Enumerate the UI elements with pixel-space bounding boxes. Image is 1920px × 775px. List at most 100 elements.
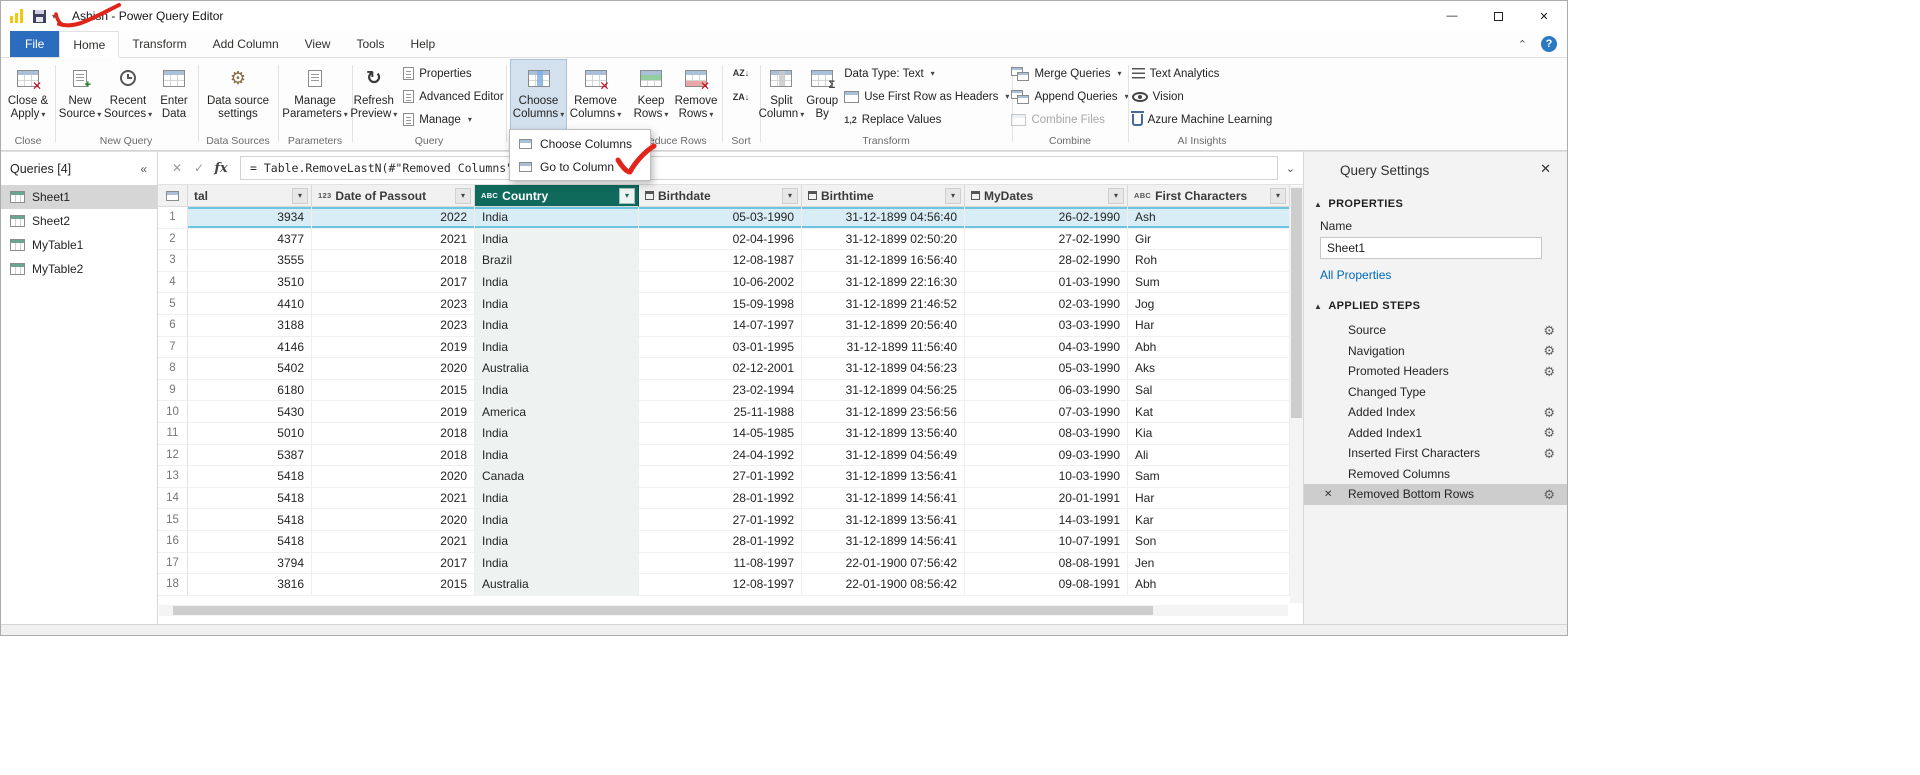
query-item-mytable2[interactable]: MyTable2 [1, 257, 157, 281]
row-number[interactable]: 18 [158, 574, 188, 596]
horizontal-scrollbar[interactable] [159, 605, 1288, 616]
table-cell[interactable]: 2017 [312, 272, 475, 294]
table-cell[interactable]: 01-03-1990 [965, 272, 1128, 294]
table-cell[interactable]: India [475, 337, 639, 359]
table-cell[interactable]: 02-03-1990 [965, 293, 1128, 315]
table-cell[interactable]: Sam [1128, 466, 1290, 488]
table-cell[interactable]: 27-01-1992 [639, 466, 802, 488]
table-cell[interactable]: 2021 [312, 531, 475, 553]
manage-button[interactable]: Manage▾ [398, 109, 477, 130]
table-cell[interactable]: 2018 [312, 445, 475, 467]
table-menu-button[interactable] [158, 185, 188, 207]
table-cell[interactable]: 24-04-1992 [639, 445, 802, 467]
cancel-formula-icon[interactable]: ✕ [166, 161, 188, 175]
filter-dropdown-icon[interactable]: ▾ [782, 188, 798, 204]
table-cell[interactable]: 2019 [312, 401, 475, 423]
table-cell[interactable]: India [475, 315, 639, 337]
table-cell[interactable]: 2021 [312, 229, 475, 251]
row-number[interactable]: 3 [158, 250, 188, 272]
table-cell[interactable]: Australia [475, 574, 639, 596]
row-number[interactable]: 9 [158, 380, 188, 402]
table-cell[interactable]: 31-12-1899 20:56:40 [802, 315, 965, 337]
table-cell[interactable]: India [475, 531, 639, 553]
table-cell[interactable]: 2020 [312, 358, 475, 380]
table-cell[interactable]: 14-03-1991 [965, 509, 1128, 531]
table-cell[interactable]: India [475, 380, 639, 402]
row-number[interactable]: 7 [158, 337, 188, 359]
close-panel-icon[interactable]: ✕ [1540, 161, 1551, 177]
table-cell[interactable]: Sum [1128, 272, 1290, 294]
table-cell[interactable]: 2018 [312, 250, 475, 272]
group-by-button[interactable]: Σ Group By [805, 59, 839, 133]
table-cell[interactable]: 22-01-1900 07:56:42 [802, 553, 965, 575]
table-cell[interactable]: Ash [1128, 207, 1290, 229]
table-cell[interactable]: 4377 [188, 229, 312, 251]
row-number[interactable]: 5 [158, 293, 188, 315]
table-cell[interactable]: 14-05-1985 [639, 423, 802, 445]
table-cell[interactable]: 08-03-1990 [965, 423, 1128, 445]
table-cell[interactable]: 12-08-1997 [639, 574, 802, 596]
table-cell[interactable]: Australia [475, 358, 639, 380]
query-item-mytable1[interactable]: MyTable1 [1, 233, 157, 257]
table-cell[interactable]: America [475, 401, 639, 423]
table-cell[interactable]: Brazil [475, 250, 639, 272]
filter-dropdown-icon[interactable]: ▾ [619, 188, 635, 204]
gear-icon[interactable]: ⚙ [1543, 324, 1555, 337]
table-cell[interactable]: 02-12-2001 [639, 358, 802, 380]
table-cell[interactable]: 09-08-1991 [965, 574, 1128, 596]
table-cell[interactable]: 3188 [188, 315, 312, 337]
append-queries-button[interactable]: Append Queries▾ [1006, 86, 1133, 107]
table-cell[interactable]: 4146 [188, 337, 312, 359]
table-cell[interactable]: Abh [1128, 337, 1290, 359]
gear-icon[interactable]: ⚙ [1543, 344, 1555, 357]
table-cell[interactable]: India [475, 207, 639, 229]
tab-transform[interactable]: Transform [119, 31, 199, 57]
table-cell[interactable]: Abh [1128, 574, 1290, 596]
close-window-button[interactable]: ✕ [1521, 1, 1567, 31]
row-number[interactable]: 2 [158, 229, 188, 251]
row-number[interactable]: 15 [158, 509, 188, 531]
table-cell[interactable]: 31-12-1899 13:56:41 [802, 509, 965, 531]
table-cell[interactable]: 22-01-1900 08:56:42 [802, 574, 965, 596]
table-cell[interactable]: 2019 [312, 337, 475, 359]
tab-file[interactable]: File [10, 31, 59, 57]
filter-dropdown-icon[interactable]: ▾ [945, 188, 961, 204]
table-cell[interactable]: 31-12-1899 04:56:23 [802, 358, 965, 380]
row-number[interactable]: 14 [158, 488, 188, 510]
applied-steps-header[interactable]: ▲APPLIED STEPS [1304, 300, 1567, 312]
table-cell[interactable]: Har [1128, 315, 1290, 337]
table-cell[interactable]: 2023 [312, 293, 475, 315]
replace-values-button[interactable]: 1,2Replace Values [839, 109, 946, 130]
table-cell[interactable]: Sal [1128, 380, 1290, 402]
horizontal-scrollbar-thumb[interactable] [173, 606, 1153, 615]
row-number[interactable]: 6 [158, 315, 188, 337]
table-cell[interactable]: 31-12-1899 22:16:30 [802, 272, 965, 294]
row-number[interactable]: 12 [158, 445, 188, 467]
column-header-tal[interactable]: tal▾ [188, 185, 312, 207]
sort-descending-button[interactable]: ZA↓ [730, 87, 753, 107]
table-cell[interactable]: 26-02-1990 [965, 207, 1128, 229]
all-properties-link[interactable]: All Properties [1320, 268, 1391, 282]
row-number[interactable]: 8 [158, 358, 188, 380]
row-number[interactable]: 13 [158, 466, 188, 488]
column-header-first-characters[interactable]: ABCFirst Characters▾ [1128, 185, 1290, 207]
query-item-sheet2[interactable]: Sheet2 [1, 209, 157, 233]
table-cell[interactable]: 5402 [188, 358, 312, 380]
table-cell[interactable]: 31-12-1899 02:50:20 [802, 229, 965, 251]
table-cell[interactable]: 31-12-1899 13:56:40 [802, 423, 965, 445]
table-cell[interactable]: Kar [1128, 509, 1290, 531]
table-cell[interactable]: 31-12-1899 21:46:52 [802, 293, 965, 315]
row-number[interactable]: 1 [158, 207, 188, 229]
gear-icon[interactable]: ⚙ [1543, 426, 1555, 439]
tab-view[interactable]: View [292, 31, 344, 57]
table-cell[interactable]: 05-03-1990 [965, 358, 1128, 380]
table-cell[interactable]: 2022 [312, 207, 475, 229]
table-cell[interactable]: 31-12-1899 16:56:40 [802, 250, 965, 272]
collapse-ribbon-icon[interactable]: ⌃ [1518, 38, 1527, 51]
table-cell[interactable]: 5010 [188, 423, 312, 445]
merge-queries-button[interactable]: Merge Queries▾ [1006, 63, 1126, 84]
column-header-birthdate[interactable]: Birthdate▾ [639, 185, 802, 207]
table-cell[interactable]: 31-12-1899 13:56:41 [802, 466, 965, 488]
table-cell[interactable]: 3510 [188, 272, 312, 294]
table-cell[interactable]: 3816 [188, 574, 312, 596]
